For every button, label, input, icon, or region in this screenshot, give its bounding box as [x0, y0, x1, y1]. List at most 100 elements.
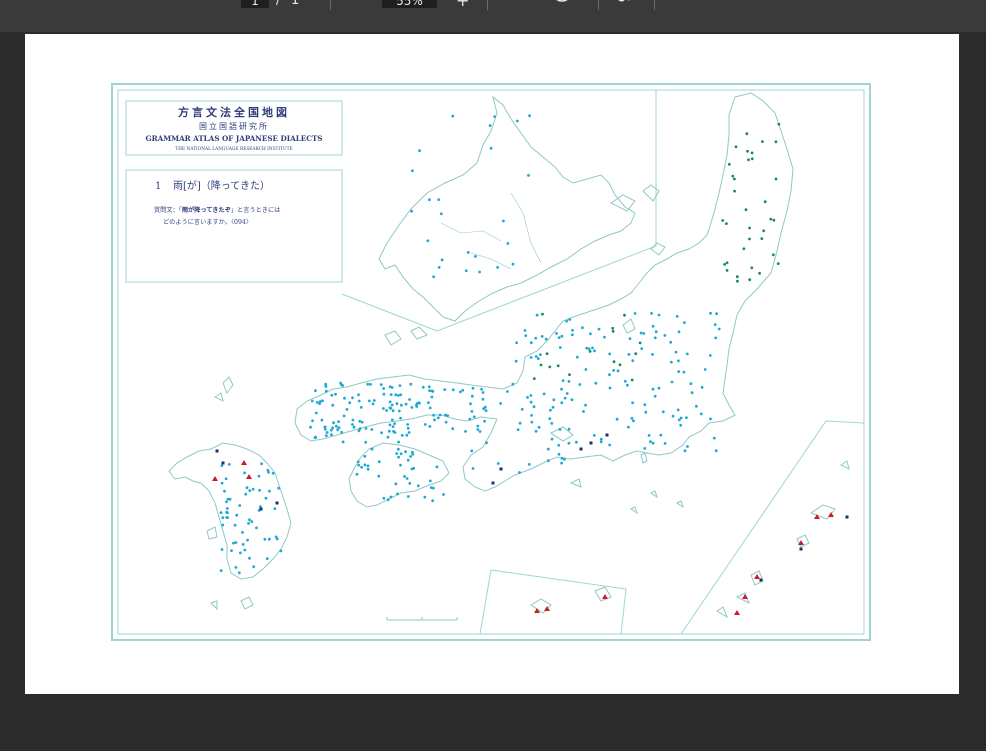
survey-point — [588, 350, 592, 353]
survey-point — [407, 431, 411, 434]
survey-point — [527, 174, 530, 177]
survey-point — [437, 266, 441, 269]
survey-point — [358, 419, 362, 423]
survey-point — [271, 471, 275, 475]
survey-point — [386, 498, 390, 502]
survey-marker-triangle — [212, 476, 218, 481]
honshu-outline — [294, 92, 794, 515]
survey-point — [611, 326, 615, 330]
survey-point — [388, 406, 392, 410]
shikoku-outline — [348, 442, 450, 508]
survey-point — [545, 352, 549, 356]
zoom-level-input[interactable]: 55% — [382, 0, 437, 8]
survey-point — [723, 263, 726, 266]
survey-point — [244, 492, 248, 496]
survey-point — [489, 146, 493, 150]
survey-point — [639, 331, 643, 335]
survey-point — [399, 452, 403, 456]
survey-point — [575, 440, 578, 444]
survey-point — [428, 406, 432, 410]
survey-point — [616, 369, 620, 373]
rotate-icon[interactable] — [550, 0, 574, 8]
survey-point — [232, 541, 235, 545]
survey-point — [230, 549, 233, 552]
survey-point — [243, 548, 247, 552]
question-text-line2: どのように言いますか。〈094〉 — [163, 218, 252, 226]
survey-point — [279, 549, 283, 553]
survey-point — [539, 363, 543, 367]
survey-point — [530, 420, 534, 424]
survey-point — [661, 410, 665, 414]
survey-point — [393, 431, 397, 434]
survey-point — [397, 455, 400, 459]
survey-point — [689, 382, 693, 386]
survey-point — [594, 381, 598, 385]
survey-marker-square — [491, 481, 495, 485]
survey-point — [651, 353, 654, 356]
survey-point — [534, 429, 538, 433]
redo-icon[interactable] — [708, 0, 732, 8]
scale-bar — [386, 617, 458, 621]
zoom-in-button[interactable]: + — [456, 0, 469, 9]
survey-point — [733, 189, 736, 193]
survey-point — [233, 523, 237, 527]
survey-point — [241, 543, 245, 546]
survey-point — [395, 452, 399, 455]
survey-point — [340, 430, 344, 434]
survey-point — [546, 459, 550, 463]
survey-point — [357, 399, 361, 403]
survey-point — [742, 247, 746, 251]
survey-point — [436, 416, 440, 420]
survey-point — [560, 387, 563, 391]
survey-point — [311, 419, 314, 423]
survey-point — [323, 425, 327, 429]
survey-point — [466, 251, 470, 254]
institute-name-jp: 国立国語研究所 — [199, 121, 269, 131]
survey-point — [432, 413, 435, 417]
survey-point — [534, 336, 538, 340]
survey-point — [516, 428, 520, 431]
survey-point — [557, 336, 561, 339]
survey-marker-triangle — [828, 512, 834, 517]
survey-point — [427, 385, 431, 389]
survey-point — [570, 333, 574, 337]
survey-point — [325, 431, 329, 434]
survey-point — [618, 363, 622, 367]
survey-point — [432, 275, 435, 279]
survey-point — [627, 353, 631, 356]
survey-point — [524, 334, 528, 337]
survey-point — [592, 434, 596, 437]
survey-point — [669, 340, 673, 344]
survey-point — [336, 428, 340, 432]
survey-point — [575, 355, 579, 359]
item-title: 雨[が]（降ってきた） — [173, 179, 270, 192]
survey-point — [608, 443, 612, 447]
survey-point — [337, 420, 340, 423]
download-icon[interactable] — [510, 0, 534, 8]
survey-point — [339, 381, 342, 385]
undo-icon[interactable] — [672, 0, 696, 8]
survey-point — [567, 427, 571, 431]
survey-point — [406, 458, 410, 462]
survey-point — [750, 157, 754, 161]
survey-point — [488, 124, 492, 127]
survey-point — [663, 334, 667, 337]
survey-point — [451, 114, 455, 118]
survey-point — [612, 369, 615, 372]
survey-point — [733, 177, 736, 181]
draw-icon[interactable] — [614, 0, 638, 8]
survey-point — [731, 174, 735, 178]
survey-point — [654, 330, 658, 334]
survey-point — [597, 327, 601, 331]
survey-point — [355, 472, 359, 476]
survey-point — [496, 462, 500, 465]
survey-point — [570, 398, 574, 402]
page-number-input[interactable]: 1 — [241, 0, 269, 8]
survey-point — [703, 368, 707, 371]
survey-point — [599, 440, 603, 444]
survey-point — [565, 319, 568, 323]
survey-point — [709, 417, 712, 421]
survey-point — [351, 423, 354, 426]
survey-point — [663, 442, 667, 445]
survey-point — [382, 387, 385, 390]
